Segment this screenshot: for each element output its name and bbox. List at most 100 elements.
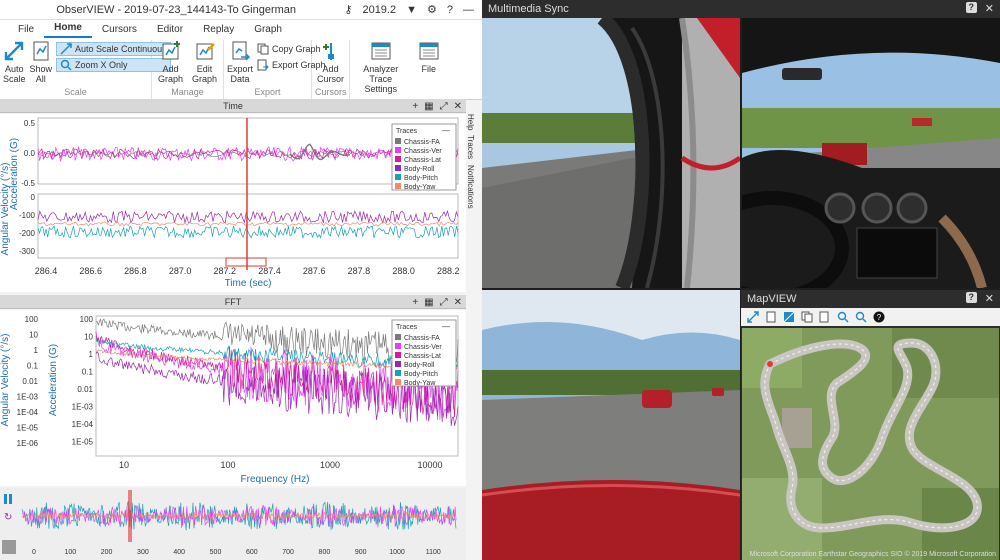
menu-file[interactable]: File — [8, 22, 44, 38]
x-tick-label: 500 — [210, 549, 222, 556]
grid-icon[interactable]: ▦ — [424, 101, 433, 112]
y-tick-label: 0.5 — [24, 119, 36, 128]
gear-icon[interactable]: ⚙ — [427, 3, 437, 16]
export-graph-icon — [257, 59, 269, 71]
track-map[interactable] — [742, 328, 999, 560]
map-credit: Microsoft Corporation Earthstar Geograph… — [749, 551, 996, 558]
ribbon-group-manage: Add Graph Edit Graph Manage — [152, 40, 224, 99]
legend-swatch — [395, 165, 401, 171]
overview-cursor — [128, 490, 132, 542]
side-tab-help[interactable]: Help — [466, 114, 475, 130]
group-label-manage: Manage — [171, 87, 204, 97]
close-icon[interactable]: ✕ — [454, 297, 462, 308]
minimize-button[interactable]: — — [463, 4, 474, 16]
side-tab-traces[interactable]: Traces — [466, 135, 475, 159]
key-icon[interactable]: ⚷ — [344, 3, 352, 16]
add-graph-button[interactable]: Add Graph — [156, 40, 186, 84]
x-tick-label: 287.0 — [169, 266, 192, 276]
menu-editor[interactable]: Editor — [147, 22, 193, 38]
add-cursor-button[interactable]: Add Cursor — [316, 40, 346, 84]
legend-swatch — [395, 334, 401, 340]
x-tick-label: 286.8 — [124, 266, 147, 276]
time-panel-title: Time — [223, 100, 243, 111]
add-plot-icon[interactable]: + — [412, 297, 418, 308]
edit-graph-button[interactable]: Edit Graph — [190, 40, 220, 84]
zoom-out-icon[interactable] — [855, 311, 867, 323]
expand-icon[interactable]: ⤢ — [440, 101, 448, 112]
legend-title: Traces — [396, 324, 418, 331]
menu-replay[interactable]: Replay — [193, 22, 244, 38]
y-tick-label: 100 — [80, 315, 94, 324]
overview-strip[interactable]: ↻ 0 100 200 300 400 500 600 700 800 900 1000 1100 — [0, 488, 466, 560]
legend-swatch — [395, 138, 401, 144]
close-icon[interactable]: ✕ — [985, 2, 994, 15]
x-tick-label: 288.0 — [392, 266, 415, 276]
add-cursor-icon — [322, 43, 334, 60]
auto-scale-button[interactable]: Auto Scale — [3, 40, 26, 84]
help-icon[interactable]: ? — [873, 311, 885, 323]
grid-icon[interactable]: ▦ — [424, 297, 433, 308]
expand-icon[interactable]: ⤢ — [440, 297, 448, 308]
menu-bar: File Home Cursors Editor Replay Graph — [0, 20, 482, 38]
mapview-header: MapVIEW ? ✕ — [741, 290, 1000, 308]
export-data-button[interactable]: Export Data — [227, 40, 253, 84]
map-layer-icon[interactable] — [783, 311, 795, 323]
title-bar: ObserVIEW - 2019-07-23_144143-To Gingerm… — [0, 0, 482, 20]
help-icon[interactable]: ? — [965, 2, 977, 13]
fft-panel-title: FFT — [224, 296, 242, 307]
x-tick-label: 200 — [101, 549, 113, 556]
menu-home[interactable]: Home — [44, 20, 92, 38]
legend-swatch — [395, 361, 401, 367]
close-icon[interactable]: ✕ — [985, 292, 994, 305]
y-tick-label: 0.01 — [22, 377, 38, 386]
menu-graph[interactable]: Graph — [244, 22, 292, 38]
legend-swatch — [395, 156, 401, 162]
legend-swatch — [395, 352, 401, 358]
x-tick-label: 100 — [220, 460, 235, 470]
y-tick-label: 0.1 — [82, 368, 94, 377]
legend-entry: Chassis-FA — [404, 335, 440, 342]
legend-entry: Chassis-Ver — [404, 148, 442, 155]
menu-cursors[interactable]: Cursors — [92, 22, 147, 38]
x-axis-label: Frequency (Hz) — [241, 474, 310, 485]
side-tab-notifications[interactable]: Notifications — [466, 165, 475, 209]
pause-bar-right — [9, 494, 12, 504]
fft-chart[interactable]: Angular Velocity (°/s) Acceleration (G)10… — [0, 310, 466, 486]
loop-icon: ↻ — [4, 512, 12, 523]
legend-entry: Chassis-FA — [404, 139, 440, 146]
legend-entry: Body-Yaw — [404, 184, 436, 191]
x-tick-label: 1000 — [320, 460, 340, 470]
fit-icon[interactable] — [747, 311, 759, 323]
x-axis-label: Time (sec) — [225, 278, 272, 289]
y-tick-label: 1 — [34, 346, 39, 355]
document-icon[interactable] — [765, 311, 777, 323]
video-chase-camera[interactable] — [482, 290, 740, 560]
video-wheel-camera[interactable] — [482, 18, 740, 288]
help-icon[interactable]: ? — [965, 292, 977, 303]
ribbon-group-scale: Auto Scale Show All Auto Scale Continuou… — [0, 40, 171, 99]
add-plot-icon[interactable]: + — [412, 101, 418, 112]
traces-legend: Traces — Chassis-FA Chassis-Ver Chassis-Lat… — [391, 123, 457, 191]
legend-swatch — [395, 174, 401, 180]
y-tick-label: 1E-04 — [17, 408, 39, 417]
legend-entry: Body-Pitch — [404, 371, 438, 378]
x-tick-label: 700 — [282, 549, 294, 556]
copy-icon[interactable] — [801, 311, 813, 323]
analyzer-trace-settings-button[interactable]: Analyzer Trace Settings — [357, 40, 405, 94]
show-all-icon — [33, 41, 49, 61]
x-tick-label: 0 — [32, 549, 36, 556]
file-dropdown-button[interactable]: File — [415, 40, 444, 74]
show-all-button[interactable]: Show All — [30, 40, 52, 84]
video-cockpit-camera[interactable] — [742, 18, 1000, 288]
group-label-scale: Scale — [64, 87, 87, 97]
help-icon[interactable]: ? — [447, 4, 453, 16]
export-icon[interactable] — [819, 311, 831, 323]
x-tick-label: 286.6 — [79, 266, 102, 276]
time-chart[interactable]: Angular Velocity (°/s)Acceleration (G)0.… — [0, 114, 466, 292]
y-tick-label: 1E-03 — [72, 403, 94, 412]
zoom-in-icon[interactable] — [837, 311, 849, 323]
screen: ObserVIEW - 2019-07-23_144143-To Gingerm… — [0, 0, 1000, 560]
x-tick-label: 287.2 — [214, 266, 237, 276]
filter-icon[interactable]: ▼ — [406, 4, 417, 16]
close-icon[interactable]: ✕ — [454, 101, 462, 112]
